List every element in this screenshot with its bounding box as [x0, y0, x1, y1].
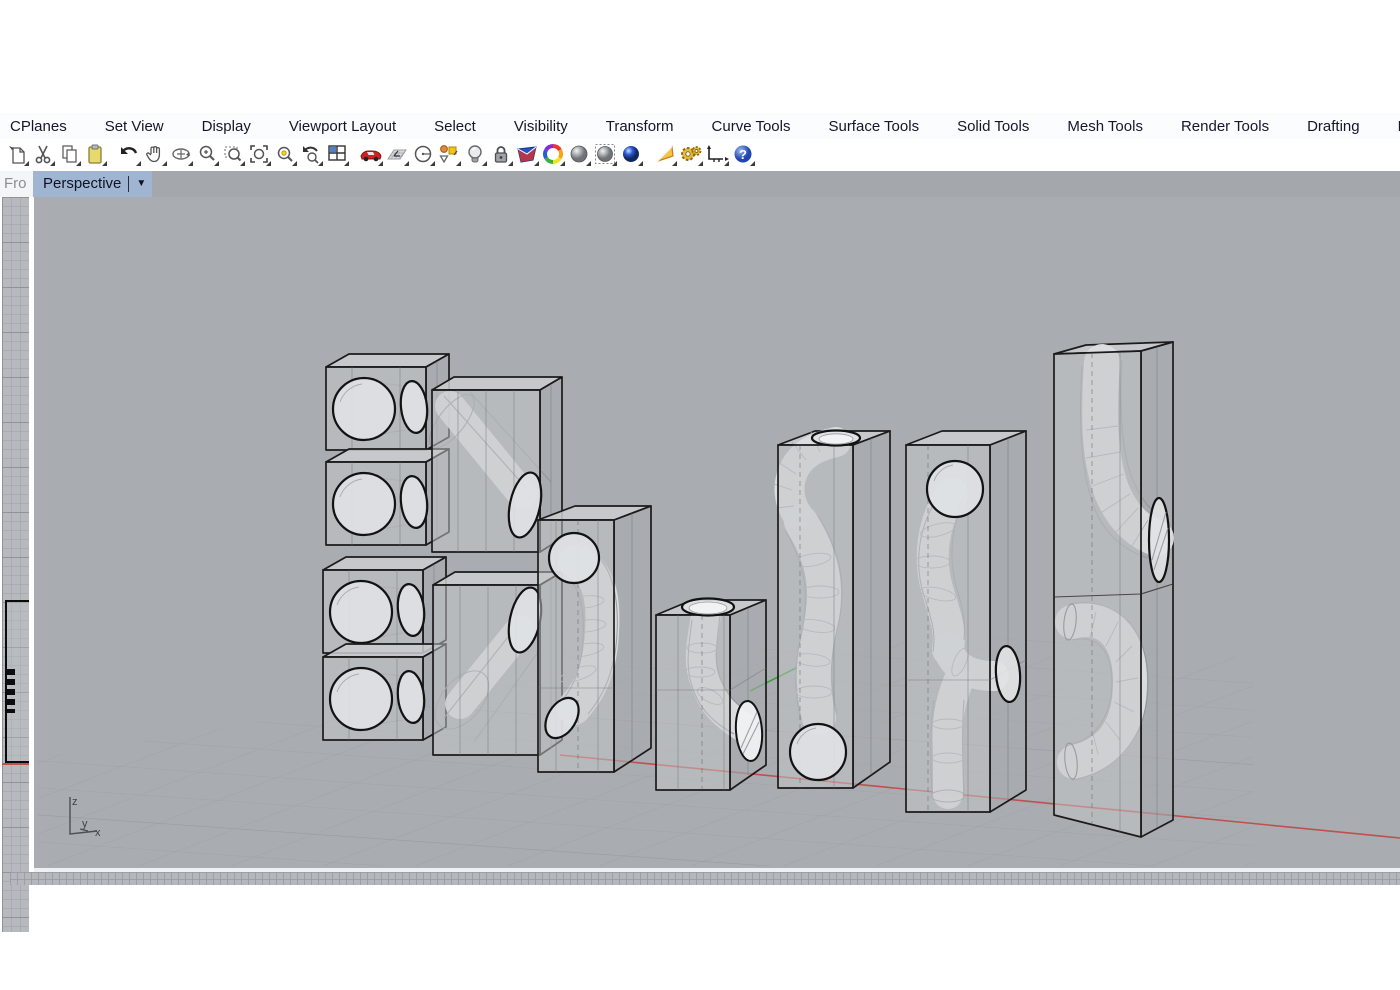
viewport-tab-perspective-label: Perspective: [43, 171, 121, 197]
svg-text:x: x: [95, 827, 101, 839]
chevron-down-icon[interactable]: ▼: [136, 171, 146, 197]
viewport-tab-perspective[interactable]: Perspective ▼: [33, 171, 152, 197]
svg-text:z: z: [72, 796, 78, 808]
ribbon-tab-bar: CPlanes Set View Display Viewport Layout…: [0, 113, 1400, 140]
dimension-icon[interactable]: [705, 142, 729, 166]
lamp-icon[interactable]: [463, 142, 487, 166]
lock-icon[interactable]: [489, 142, 513, 166]
tab-separator: [128, 176, 129, 192]
svg-text:?: ?: [739, 147, 747, 162]
render-blue-sphere-icon[interactable]: [619, 142, 643, 166]
ribbon-tab-select[interactable]: Select: [416, 115, 494, 139]
front-view-x-axis: [2, 763, 29, 765]
render-sphere-icon[interactable]: [567, 142, 591, 166]
ribbon-tab-surface-tools[interactable]: Surface Tools: [810, 115, 937, 139]
render-selected-icon[interactable]: [593, 142, 617, 166]
zoom-selected-icon[interactable]: [273, 142, 297, 166]
selection-filter-icon[interactable]: [437, 142, 461, 166]
ribbon-tab-cplanes[interactable]: CPlanes: [0, 115, 85, 139]
ribbon-tab-render-tools[interactable]: Render Tools: [1163, 115, 1287, 139]
ribbon-tab-new-in-v5[interactable]: New in V5: [1380, 115, 1400, 139]
ribbon-tab-solid-tools[interactable]: Solid Tools: [939, 115, 1047, 139]
main-toolbar: ?: [0, 139, 1400, 168]
car-icon[interactable]: [359, 142, 383, 166]
shaded-view-icon[interactable]: [515, 142, 539, 166]
model-s-pipe-box[interactable]: [774, 430, 890, 788]
ribbon-tab-set-view[interactable]: Set View: [87, 115, 182, 139]
model-side-exit-box[interactable]: [906, 431, 1026, 812]
svg-text:y: y: [82, 818, 88, 830]
model-j-pipe-box[interactable]: [538, 506, 651, 772]
ribbon-tab-mesh-tools[interactable]: Mesh Tools: [1049, 115, 1161, 139]
zoom-window-icon[interactable]: [221, 142, 245, 166]
ribbon-tab-display[interactable]: Display: [184, 115, 269, 139]
settings-gears-icon[interactable]: [679, 142, 703, 166]
zoom-in-icon[interactable]: [195, 142, 219, 166]
model-cube-stack[interactable]: [323, 354, 449, 740]
viewport-tab-row: Fro Perspective ▼: [0, 168, 1400, 197]
new-file-icon[interactable]: [5, 142, 29, 166]
paste-icon[interactable]: [83, 142, 107, 166]
ribbon-tab-transform[interactable]: Transform: [588, 115, 692, 139]
cut-icon[interactable]: [31, 142, 55, 166]
color-wheel-icon[interactable]: [541, 142, 565, 166]
undo-view-icon[interactable]: [299, 142, 323, 166]
front-view-pipe-edges: [6, 669, 15, 713]
viewport-canvas: z y x: [34, 197, 1400, 868]
model-tall-tower[interactable]: [1054, 342, 1173, 837]
circle-icon[interactable]: [411, 142, 435, 166]
perspective-viewport[interactable]: z y x: [34, 197, 1400, 872]
zoom-extents-icon[interactable]: [247, 142, 271, 166]
front-viewport-bottom-band: [10, 872, 1400, 885]
ribbon-tab-viewport-layout[interactable]: Viewport Layout: [271, 115, 414, 139]
viewport-layout-icon[interactable]: [325, 142, 349, 166]
model-top-entry-box[interactable]: [656, 599, 766, 791]
front-viewport-strip[interactable]: [2, 197, 29, 932]
ribbon-tab-visibility[interactable]: Visibility: [496, 115, 586, 139]
viewport-tab-front[interactable]: Fro: [0, 171, 33, 197]
cplane-icon[interactable]: [385, 142, 409, 166]
pan-icon[interactable]: [143, 142, 167, 166]
rotate-view-icon[interactable]: [169, 142, 193, 166]
render-cone-icon[interactable]: [653, 142, 677, 166]
rhino-window: { "ribbon_tabs": { "items": ["CPlanes","…: [0, 0, 1400, 990]
ribbon-tab-drafting[interactable]: Drafting: [1289, 115, 1378, 139]
copy-icon[interactable]: [57, 142, 81, 166]
help-icon[interactable]: ?: [731, 142, 755, 166]
undo-icon[interactable]: [117, 142, 141, 166]
ribbon-tab-curve-tools[interactable]: Curve Tools: [694, 115, 809, 139]
